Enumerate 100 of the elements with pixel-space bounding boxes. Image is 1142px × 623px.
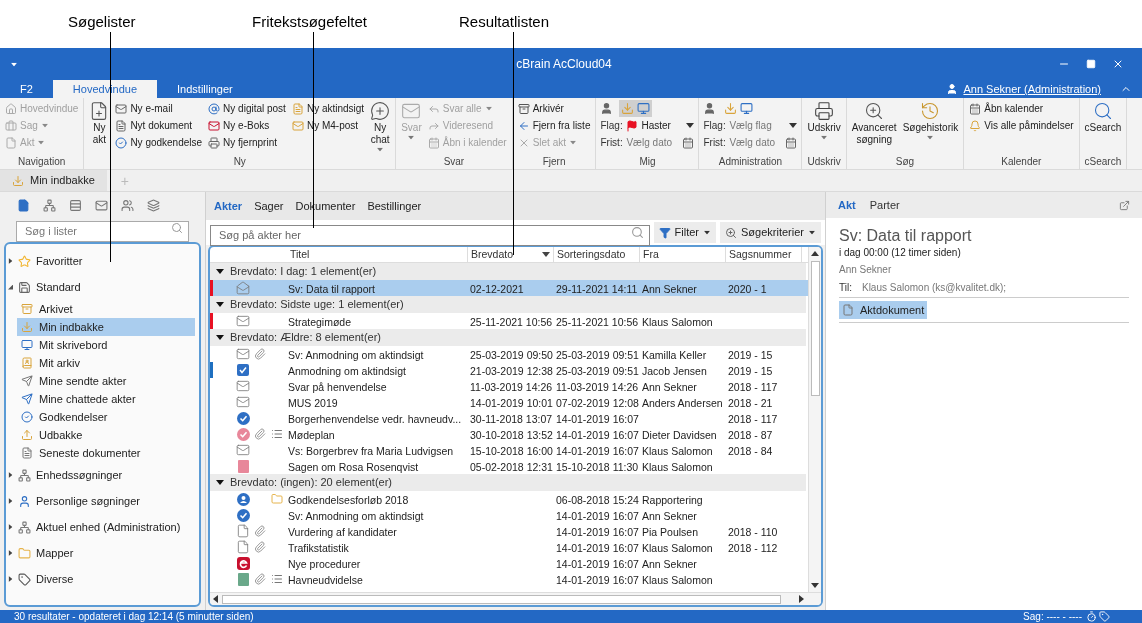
result-tab[interactable]: Sager: [254, 197, 284, 215]
result-row[interactable]: Nye procedurer 14-01-2019 16:07 Ann Sekner: [210, 555, 808, 571]
attachment-chip[interactable]: Aktdokument: [839, 301, 928, 319]
dropdown-field[interactable]: Vælg dato: [729, 135, 798, 150]
detail-tab[interactable]: Parter: [869, 196, 900, 214]
search-field[interactable]: Søg på akter her: [210, 224, 650, 246]
tree-item[interactable]: Mit arkiv: [17, 354, 195, 372]
ribbon-button[interactable]: Ny e-mail: [114, 100, 174, 117]
popout-icon[interactable]: [1119, 199, 1130, 211]
tree-item[interactable]: Standard: [6, 274, 199, 300]
group-header[interactable]: Brevdato: Ældre: 8 element(er): [210, 329, 806, 346]
tree-item[interactable]: Mapper: [6, 540, 199, 566]
result-row[interactable]: Sv: Data til rapport 02-12-2021 29-11-2021 14:11 Ann Sekner 2020 - 1: [210, 280, 808, 296]
ribbon-button[interactable]: Arkivér: [516, 100, 565, 117]
result-row[interactable]: Vurdering af kandidater 14-01-2019 16:07 Pia Poulsen 2018 - 110: [210, 523, 808, 539]
column-header[interactable]: Titel: [210, 247, 468, 262]
list-search-field[interactable]: Søg i lister: [16, 220, 189, 242]
result-row[interactable]: Sagen om Rosa Rosenqvist 05-02-2018 12:31 15-10-2018 11:30 Klaus Salomon: [210, 458, 808, 474]
tree-item[interactable]: Diverse: [6, 566, 199, 592]
user-link[interactable]: Ann Sekner (Administration): [963, 80, 1101, 98]
column-header[interactable]: Sorteringsdato: [554, 247, 640, 262]
ribbon-button[interactable]: Ny godkendelse: [114, 134, 204, 151]
ribbon-tab[interactable]: Indstillinger: [157, 80, 253, 98]
vertical-scrollbar[interactable]: [808, 247, 821, 592]
ribbon-button[interactable]: Avanceret søgning: [850, 100, 898, 146]
tree-item[interactable]: Arkivet: [17, 300, 195, 318]
tree-item[interactable]: Enhedssøgninger: [6, 462, 199, 488]
result-tab[interactable]: Akter: [214, 197, 243, 215]
people-icon[interactable]: [121, 198, 134, 212]
column-header[interactable]: Sagsnummer: [726, 247, 802, 262]
tree-item[interactable]: Godkendelser: [17, 408, 195, 426]
person-icon[interactable]: [600, 102, 614, 115]
title-cell: Godkendelsesforløb 2018: [288, 494, 409, 506]
ribbon-button[interactable]: Søgehistorik: [901, 100, 960, 140]
tree-item[interactable]: Mine sendte akter: [17, 372, 195, 390]
ribbon-button[interactable]: Udskriv: [806, 100, 842, 140]
ribbon-button[interactable]: Åbn kalender: [968, 100, 1045, 117]
ribbon-button[interactable]: Ny e-Boks: [207, 117, 271, 134]
group-header[interactable]: Brevdato: Sidste uge: 1 element(er): [210, 296, 806, 313]
toggle-buttons[interactable]: [619, 100, 653, 117]
tree-item[interactable]: Aktuel enhed (Administration): [6, 514, 199, 540]
tag-icon[interactable]: [1099, 611, 1110, 622]
result-tab[interactable]: Bestillinger: [367, 197, 422, 215]
tree-item[interactable]: Udbakke: [17, 426, 195, 444]
list-icon[interactable]: [69, 198, 82, 212]
ribbon-button[interactable]: Ny fjernprint: [207, 134, 278, 151]
title-cell: Sv: Data til rapport: [288, 283, 375, 295]
download-icon: [21, 321, 33, 333]
result-row[interactable]: MUS 2019 14-01-2019 10:01 07-02-2019 12:08 Anders Andersen 2018 - 21: [210, 394, 808, 410]
search-criteria-button[interactable]: Søgekriterier: [720, 222, 821, 243]
toggle-buttons[interactable]: [722, 100, 756, 117]
tree-item[interactable]: Personlige søgninger: [6, 488, 199, 514]
column-header[interactable]: Fra: [640, 247, 726, 262]
scroll-thumb[interactable]: [222, 594, 781, 604]
stack-icon[interactable]: [147, 198, 160, 212]
detail-tab[interactable]: Akt: [838, 196, 856, 214]
person-icon[interactable]: [703, 102, 717, 115]
envelope-icon[interactable]: [95, 198, 108, 212]
result-row[interactable]: Sv: Anmodning om aktindsigt 14-01-2019 16:07 Ann Sekner: [210, 507, 808, 523]
filter-button[interactable]: Filter: [653, 222, 717, 243]
group-header[interactable]: Brevdato: I dag: 1 element(er): [210, 263, 806, 280]
archive-icon: [517, 102, 530, 115]
network-icon[interactable]: [43, 198, 56, 212]
document-tab[interactable]: Min indbakke: [0, 170, 107, 191]
close-button[interactable]: [1112, 58, 1124, 70]
ribbon-button[interactable]: Fjern fra liste: [516, 117, 592, 134]
document-icon[interactable]: [17, 198, 30, 212]
result-row[interactable]: Anmodning om aktindsigt 21-03-2019 12:38 25-03-2019 09:51 Jacob Jensen 2019 - 15: [210, 362, 808, 378]
document-icon: [5, 136, 17, 149]
tree-item[interactable]: Seneste dokumenter: [17, 444, 195, 462]
result-row[interactable]: Mødeplan 30-10-2018 13:52 14-01-2019 16:07 Dieter Davidsen 2018 - 87: [210, 426, 808, 442]
ribbon-button[interactable]: Nyt dokument: [114, 117, 194, 134]
ribbon-button[interactable]: Ny akt: [88, 100, 111, 146]
tree-item[interactable]: Mine chattede akter: [17, 390, 195, 408]
maximize-button[interactable]: [1086, 59, 1096, 69]
result-row[interactable]: Havneudvidelse 14-01-2019 16:07 Klaus Salomon: [210, 571, 808, 587]
stopwatch-icon[interactable]: [1086, 611, 1097, 622]
result-row[interactable]: Borgerhenvendelse vedr. havneudv... 30-11-2018 13:07 14-01-2019 16:07 2018 - 117: [210, 410, 808, 426]
dropdown-field[interactable]: Haster: [626, 118, 695, 133]
dropdown-field[interactable]: Vælg dato: [626, 135, 695, 150]
ribbon-button[interactable]: cSearch: [1083, 100, 1123, 134]
scroll-thumb[interactable]: [810, 261, 820, 396]
ribbon-button[interactable]: Vis alle påmindelser: [968, 117, 1075, 134]
result-row[interactable]: Godkendelsesforløb 2018 06-08-2018 15:24 Rapportering: [210, 491, 808, 507]
ribbon-button[interactable]: Ny chat: [369, 100, 392, 152]
ribbon-tab[interactable]: F2: [0, 80, 53, 98]
result-row[interactable]: Svar på henvendelse 11-03-2019 14:26 11-03-2019 14:26 Ann Sekner 2018 - 117: [210, 378, 808, 394]
dropdown-field[interactable]: Vælg flag: [729, 118, 798, 133]
group-header[interactable]: Brevdato: (ingen): 20 element(er): [210, 474, 806, 491]
tree-item[interactable]: Favoritter: [6, 248, 199, 274]
caret-icon: [41, 123, 48, 128]
ribbon-button[interactable]: Ny digital post: [207, 100, 287, 117]
history-icon: [920, 101, 941, 121]
horizontal-scrollbar[interactable]: [210, 592, 821, 605]
result-row[interactable]: Sv: Anmodning om aktindsigt 25-03-2019 09:50 25-03-2019 09:51 Kamilla Keller 2019 - 15: [210, 346, 808, 362]
tree-item[interactable]: Min indbakke: [17, 318, 195, 336]
result-row[interactable]: Vs: Borgerbrev fra Maria Ludvigsen 15-10-2018 16:00 14-01-2019 16:07 Klaus Salomon 2018 - 84: [210, 442, 808, 458]
result-row[interactable]: Trafikstatistik 14-01-2019 16:07 Klaus Salomon 2018 - 112: [210, 539, 808, 555]
result-row[interactable]: Strategimøde 25-11-2021 10:56 25-11-2021 10:56 Klaus Salomon: [210, 313, 808, 329]
tree-item[interactable]: Mit skrivebord: [17, 336, 195, 354]
